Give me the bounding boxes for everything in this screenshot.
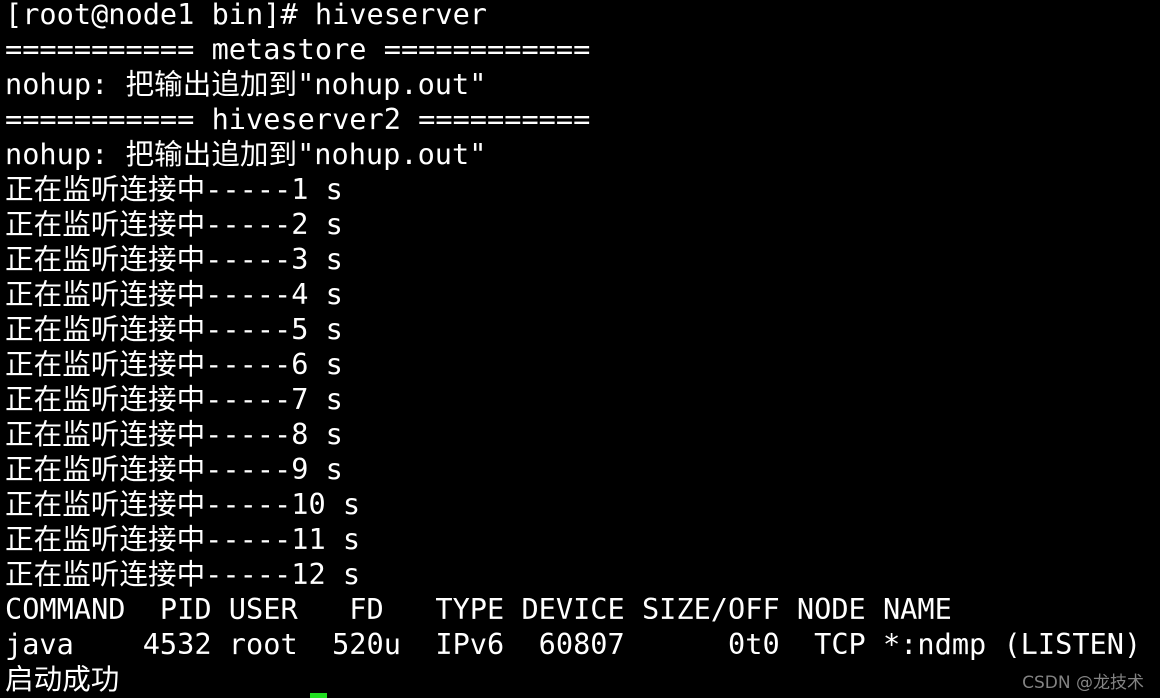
listening-line: 正在监听连接中-----12 s [5,557,361,591]
listening-line: 正在监听连接中-----7 s [5,382,343,416]
watermark: CSDN @龙技术 [1022,673,1144,693]
listening-line: 正在监听连接中-----8 s [5,417,343,451]
listening-line: 正在监听连接中-----3 s [5,242,343,276]
listening-line: 正在监听连接中-----11 s [5,522,361,556]
listening-line: 正在监听连接中-----2 s [5,207,343,241]
startup-success: 启动成功 [5,662,120,696]
listening-line: 正在监听连接中-----6 s [5,347,343,381]
listening-line: 正在监听连接中-----4 s [5,277,343,311]
nohup-message: nohup: 把输出追加到"nohup.out" [5,67,487,101]
listening-line: 正在监听连接中-----10 s [5,487,361,521]
lsof-header: COMMAND PID USER FD TYPE DEVICE SIZE/OFF… [5,592,952,626]
hiveserver2-banner: =========== hiveserver2 ========== [5,102,591,136]
prompt-command-line: [root@node1 bin]# hiveserver [5,0,488,31]
terminal-cursor [310,693,327,698]
lsof-row: java 4532 root 520u IPv6 60807 0t0 TCP *… [5,627,1142,661]
listening-line: 正在监听连接中-----9 s [5,452,343,486]
nohup-message: nohup: 把输出追加到"nohup.out" [5,137,487,171]
listening-line: 正在监听连接中-----1 s [5,172,343,206]
listening-line: 正在监听连接中-----5 s [5,312,343,346]
terminal-output[interactable]: [root@node1 bin]# hiveserver ===========… [5,0,1141,697]
metastore-banner: =========== metastore ============ [5,32,591,66]
